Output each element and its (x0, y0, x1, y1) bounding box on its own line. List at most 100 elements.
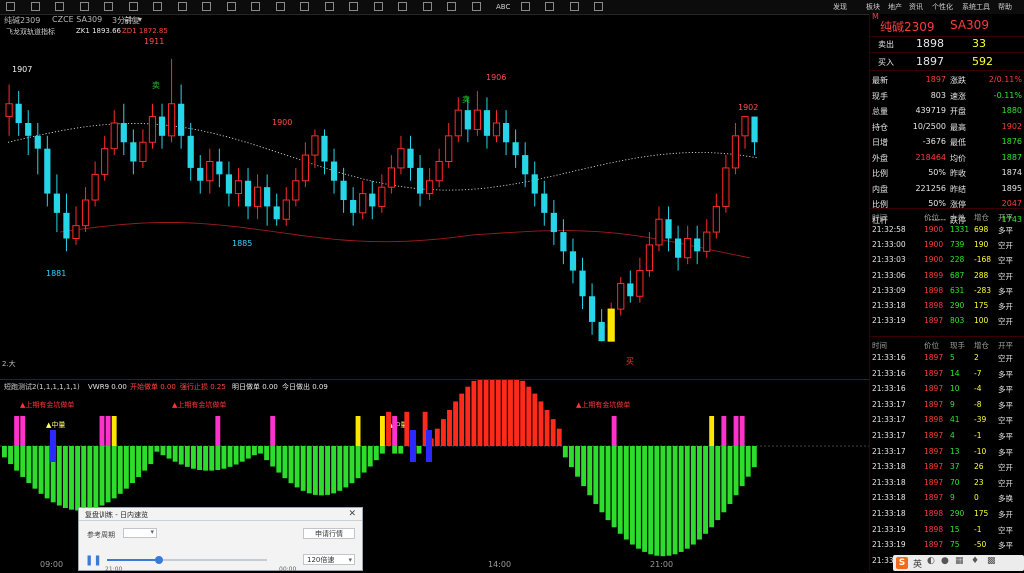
grid-icon[interactable] (422, 2, 432, 11)
refresh-icon[interactable] (79, 2, 89, 11)
candle[interactable] (483, 97, 491, 149)
table-row[interactable]: 21:33:16 1897 14 -7 多平 (870, 366, 1024, 381)
candle[interactable] (588, 283, 596, 335)
progress-handle[interactable] (155, 556, 163, 564)
chart-5-icon[interactable] (128, 2, 138, 11)
candle[interactable] (703, 219, 711, 258)
candle[interactable] (617, 277, 625, 316)
candle[interactable] (387, 155, 395, 194)
indicator-name[interactable]: 飞龙双轨道指标 (6, 27, 55, 37)
table-row[interactable]: 21:33:17 1898 41 -39 空平 (870, 412, 1024, 427)
contract-name[interactable]: 纯碱2309 (4, 15, 40, 26)
forward-icon[interactable] (55, 2, 64, 11)
buy-price[interactable]: 1897 (916, 55, 944, 68)
menu-item-6[interactable]: 帮助 (998, 2, 1012, 12)
candle[interactable] (445, 123, 453, 168)
zoom-icon[interactable] (373, 2, 383, 11)
candle[interactable] (91, 161, 99, 207)
candle[interactable] (416, 155, 424, 207)
table-row[interactable]: 21:33:00 1900 739 190 空开 (870, 237, 1024, 252)
menu-item-2[interactable]: 地产 (888, 2, 902, 12)
apply-market-button[interactable]: 申请行情 (303, 528, 355, 539)
day-icon[interactable] (226, 2, 236, 11)
candle[interactable] (674, 225, 682, 271)
candle[interactable] (560, 219, 567, 265)
candle[interactable] (253, 174, 262, 220)
candle[interactable] (464, 97, 471, 143)
candle[interactable] (569, 238, 577, 284)
candle[interactable] (225, 161, 233, 207)
chart-30-icon[interactable] (177, 2, 187, 11)
candle[interactable] (751, 116, 758, 156)
candle[interactable] (645, 232, 654, 277)
table-row[interactable]: 21:33:18 1897 37 26 空开 (870, 459, 1024, 474)
settings-icon[interactable] (471, 2, 481, 11)
pause-icon[interactable]: ❚❚ (85, 555, 102, 566)
candle[interactable] (110, 110, 118, 156)
bar-icon[interactable] (447, 2, 456, 11)
table-row[interactable]: 21:33:17 1897 9 -8 多平 (870, 397, 1024, 412)
candle[interactable] (512, 129, 519, 168)
candle[interactable] (598, 309, 605, 342)
candle[interactable] (187, 123, 194, 181)
candle[interactable] (655, 206, 663, 252)
candle[interactable] (167, 58, 176, 143)
grid2-icon[interactable] (569, 2, 579, 11)
candle[interactable] (359, 180, 367, 220)
candle[interactable] (206, 148, 214, 194)
flag-icon[interactable] (545, 2, 554, 11)
chart-1-icon[interactable] (104, 2, 113, 11)
candle[interactable] (636, 257, 644, 303)
candle[interactable] (731, 123, 740, 175)
candle[interactable] (81, 187, 90, 233)
candle[interactable] (627, 270, 634, 303)
year-icon[interactable] (324, 2, 334, 11)
multi-icon[interactable] (349, 2, 358, 11)
candle[interactable] (541, 180, 548, 226)
candle[interactable] (273, 193, 280, 226)
candle[interactable] (148, 103, 157, 149)
menu-item-4[interactable]: 个性化 (932, 2, 953, 12)
progress-track[interactable] (107, 556, 267, 564)
candle[interactable] (158, 103, 166, 149)
candle[interactable] (426, 167, 434, 200)
menu-item-5[interactable]: 系统工具 (962, 2, 990, 12)
table-row[interactable]: 21:33:18 1898 290 175 多开 (870, 298, 1024, 313)
arrow-icon[interactable] (6, 2, 15, 11)
draw-icon[interactable] (398, 2, 407, 11)
table-row[interactable]: 21:33:18 1897 9 0 多换 (870, 490, 1024, 505)
clock-icon[interactable] (594, 2, 603, 11)
menu-item-3[interactable]: 资讯 (909, 2, 923, 12)
candle[interactable] (531, 161, 538, 207)
candle[interactable] (321, 129, 328, 175)
candle[interactable] (311, 129, 319, 168)
table-row[interactable]: 21:33:03 1900 228 -168 空平 (870, 252, 1024, 267)
candle[interactable] (282, 187, 290, 226)
candle[interactable] (492, 110, 501, 143)
candle[interactable] (330, 148, 338, 194)
candle[interactable] (25, 110, 32, 156)
sell-price[interactable]: 1898 (916, 37, 944, 50)
candle[interactable] (72, 206, 80, 245)
table-row[interactable]: 21:33:09 1898 631 -283 多平 (870, 283, 1024, 298)
candle[interactable] (139, 129, 147, 168)
candle[interactable] (435, 148, 443, 188)
restore-mode[interactable]: 前复 (124, 15, 140, 26)
candle[interactable] (712, 193, 720, 239)
table-row[interactable]: 21:33:19 1897 803 100 空开 (870, 313, 1024, 328)
candle[interactable] (473, 90, 482, 136)
table-row[interactable]: 21:33:19 1898 15 -1 空平 (870, 522, 1024, 537)
chart-15-icon[interactable] (153, 2, 162, 11)
chart-60-icon[interactable] (202, 2, 211, 11)
candle[interactable] (454, 97, 462, 143)
candle[interactable] (197, 155, 204, 194)
candle[interactable] (665, 206, 672, 252)
candle[interactable] (178, 84, 185, 149)
ime-lang[interactable]: 英 (913, 557, 922, 570)
close-icon[interactable]: ✕ (348, 509, 356, 519)
candle[interactable] (301, 142, 309, 188)
candle[interactable] (550, 200, 557, 245)
back-icon[interactable] (30, 2, 40, 11)
candle[interactable] (5, 84, 13, 136)
candle[interactable] (44, 135, 51, 207)
